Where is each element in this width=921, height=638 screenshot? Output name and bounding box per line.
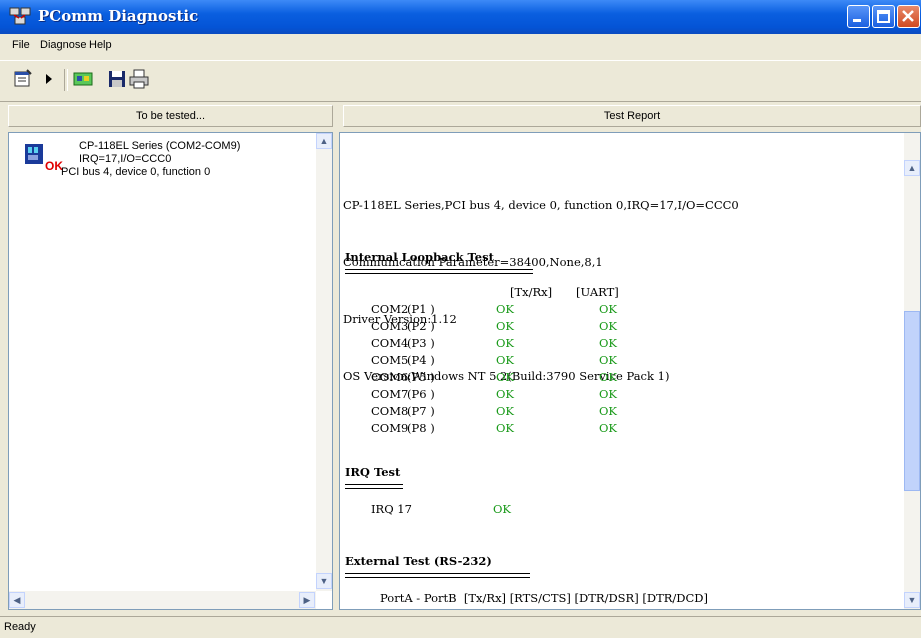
menu-file[interactable]: File [12, 39, 30, 51]
title-underline [345, 269, 533, 274]
scroll-thumb[interactable] [904, 311, 920, 491]
txrx-result: OK [496, 353, 515, 367]
status-text: Ready [4, 621, 36, 633]
com-port-name: COM8 [371, 404, 409, 418]
irq-test-title: IRQ Test [345, 465, 401, 479]
toolbar-separator [64, 69, 68, 91]
irq-label: IRQ 17 [371, 502, 412, 516]
network-icon[interactable] [72, 68, 94, 90]
menu-diagnose[interactable]: Diagnose [40, 39, 86, 51]
column-header-txrx: [Tx/Rx] [510, 285, 553, 299]
com-port-name: COM2 [371, 302, 409, 316]
port-label: (P7 ) [407, 404, 435, 418]
table-row: COM2 (P1 ) OK OK [340, 302, 740, 319]
com-port-name: COM9 [371, 421, 409, 435]
device-list-panel[interactable]: OK CP-118EL Series (COM2-COM9) IRQ=17,I/… [8, 132, 333, 610]
test-report-panel[interactable]: CP-118EL Series,PCI bus 4, device 0, fun… [339, 132, 921, 610]
port-label: (P3 ) [407, 336, 435, 350]
scroll-right-button[interactable]: ▶ [299, 592, 315, 608]
com-port-name: COM3 [371, 319, 409, 333]
com-port-name: COM7 [371, 387, 409, 401]
uart-result: OK [599, 387, 618, 401]
save-icon[interactable] [106, 68, 128, 90]
scroll-up-button[interactable]: ▲ [316, 133, 332, 149]
column-header-uart: [UART] [576, 285, 619, 299]
port-label: (P8 ) [407, 421, 435, 435]
com-port-name: COM6 [371, 370, 409, 384]
maximize-icon [877, 10, 890, 23]
txrx-result: OK [496, 387, 515, 401]
report-vertical-scrollbar[interactable]: ▲ ▼ [904, 133, 920, 609]
scroll-down-button[interactable]: ▼ [904, 592, 920, 608]
title-underline [345, 573, 530, 578]
device-irq-io: IRQ=17,I/O=CCC0 [79, 153, 172, 165]
uart-result: OK [599, 336, 618, 350]
port-label: (P2 ) [407, 319, 435, 333]
loopback-test-title: Internal Loopback Test [345, 250, 494, 264]
toolbar [0, 60, 921, 102]
external-test-columns: PortA - PortB [Tx/Rx] [RTS/CTS] [DTR/DSR… [380, 591, 708, 605]
app-icon [9, 7, 31, 25]
table-row: COM7 (P6 ) OK OK [340, 387, 740, 404]
minimize-icon [853, 19, 861, 22]
close-button[interactable] [897, 5, 920, 28]
maximize-button[interactable] [872, 5, 895, 28]
uart-result: OK [599, 319, 618, 333]
table-row: COM9 (P8 ) OK OK [340, 421, 740, 438]
uart-result: OK [599, 302, 618, 316]
status-bar: Ready [0, 616, 921, 638]
txrx-result: OK [496, 421, 515, 435]
device-pci-location: PCI bus 4, device 0, function 0 [61, 166, 211, 178]
txrx-result: OK [496, 302, 515, 316]
summary-line: CP-118EL Series,PCI bus 4, device 0, fun… [343, 198, 739, 212]
txrx-result: OK [496, 319, 515, 333]
scroll-up-button[interactable]: ▲ [904, 160, 920, 176]
port-label: (P4 ) [407, 353, 435, 367]
port-label: (P5 ) [407, 370, 435, 384]
table-row: COM4 (P3 ) OK OK [340, 336, 740, 353]
device-name: CP-118EL Series (COM2-COM9) [79, 140, 241, 152]
txrx-result: OK [496, 370, 515, 384]
title-bar[interactable]: PComm Diagnostic [0, 0, 921, 34]
close-icon [902, 10, 914, 22]
table-row: COM5 (P4 ) OK OK [340, 353, 740, 370]
title-underline [345, 484, 403, 489]
port-label: (P1 ) [407, 302, 435, 316]
run-icon[interactable] [38, 68, 60, 90]
left-horizontal-scrollbar[interactable]: ◀ ▶ [9, 591, 316, 609]
txrx-result: OK [496, 404, 515, 418]
txrx-result: OK [496, 336, 515, 350]
table-row: COM3 (P2 ) OK OK [340, 319, 740, 336]
window-title: PComm Diagnostic [38, 7, 199, 25]
print-icon[interactable] [128, 68, 150, 90]
uart-result: OK [599, 353, 618, 367]
device-item[interactable]: OK CP-118EL Series (COM2-COM9) IRQ=17,I/… [23, 140, 293, 180]
menu-help[interactable]: Help [89, 39, 112, 51]
uart-result: OK [599, 421, 618, 435]
properties-icon[interactable] [12, 68, 34, 90]
com-port-name: COM5 [371, 353, 409, 367]
scroll-down-button[interactable]: ▼ [316, 573, 332, 589]
external-test-title: External Test (RS-232) [345, 554, 492, 568]
com-port-name: COM4 [371, 336, 409, 350]
left-vertical-scrollbar[interactable]: ▲ ▼ [316, 133, 332, 591]
menu-bar: File Diagnose Help [0, 34, 921, 58]
uart-result: OK [599, 404, 618, 418]
minimize-button[interactable] [847, 5, 870, 28]
irq-result: OK [493, 502, 512, 516]
left-panel-header: To be tested... [8, 105, 333, 127]
table-row: COM6 (P5 ) OK OK [340, 370, 740, 387]
table-row: COM8 (P7 ) OK OK [340, 404, 740, 421]
port-label: (P6 ) [407, 387, 435, 401]
uart-result: OK [599, 370, 618, 384]
right-panel-header: Test Report [343, 105, 921, 127]
scroll-left-button[interactable]: ◀ [9, 592, 25, 608]
